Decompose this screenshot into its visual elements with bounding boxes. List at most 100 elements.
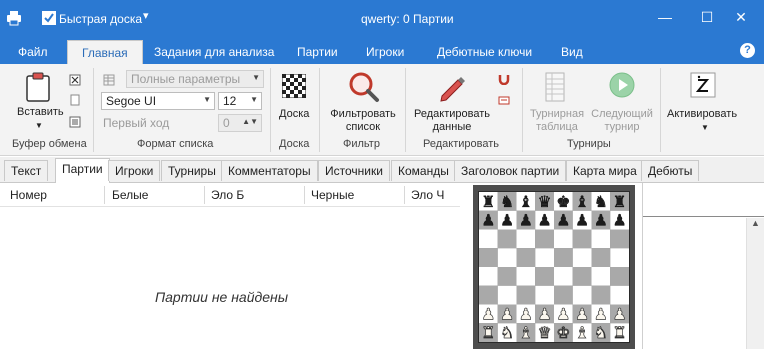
activate-icon[interactable] [690, 72, 716, 98]
tab-games[interactable]: Партии [297, 45, 338, 59]
filter-list-button[interactable]: Фильтровать список [327, 108, 399, 134]
board-square[interactable] [497, 248, 517, 267]
board-square[interactable] [516, 267, 536, 286]
board-square[interactable] [554, 229, 573, 249]
white-queen-piece[interactable]: ♛ [537, 323, 552, 342]
first-move-spinner[interactable]: 0 ▲▼ [218, 114, 262, 132]
column-header-black[interactable]: Черные [311, 188, 354, 202]
black-king-piece[interactable]: ♚ [556, 192, 570, 211]
black-rook-piece[interactable]: ♜ [481, 192, 495, 211]
board-square[interactable] [572, 229, 592, 249]
black-queen-piece[interactable]: ♛ [537, 192, 552, 211]
black-knight-piece[interactable]: ♞ [500, 192, 514, 211]
white-pawn-piece[interactable]: ♟ [518, 304, 533, 324]
white-knight-piece[interactable]: ♞ [593, 323, 608, 342]
chessboard-icon[interactable] [282, 74, 306, 98]
paste-special-icon[interactable] [69, 116, 81, 128]
black-bishop-piece[interactable]: ♝ [575, 192, 589, 211]
board-square[interactable] [516, 248, 536, 267]
board-square[interactable] [591, 229, 611, 249]
column-separator[interactable] [404, 186, 405, 204]
white-king-piece[interactable]: ♚ [556, 323, 571, 342]
black-pawn-piece[interactable]: ♟ [556, 210, 570, 230]
activate-button[interactable]: Активировать [667, 108, 737, 121]
black-bishop-piece[interactable]: ♝ [519, 192, 533, 211]
white-rook-piece[interactable]: ♜ [612, 323, 627, 342]
tab-view[interactable]: Вид [561, 45, 583, 59]
board-square[interactable] [572, 267, 592, 286]
quick-board-label[interactable]: Быстрая доска [59, 12, 142, 26]
board-square[interactable] [610, 267, 629, 286]
board-square[interactable] [554, 285, 573, 305]
chessboard[interactable]: ♜ ♞ ♝ ♛ ♚ ♝ ♞ ♜♟ ♟ ♟ ♟ ♟ ♟ ♟ ♟♟ ♟ ♟ ♟ ♟ ♟ ♟ ♟♜ ♞ ♝ ♛ ♚ ♝ ♞ ♜ [478, 191, 630, 343]
tab-tournaments[interactable]: Турниры [161, 160, 223, 181]
board-square[interactable] [591, 267, 611, 286]
column-header-elo-white[interactable]: Эло Б [211, 188, 244, 202]
magnifier-icon[interactable] [348, 71, 380, 103]
column-separator[interactable] [304, 186, 305, 204]
white-pawn-piece[interactable]: ♟ [481, 304, 496, 324]
close-button[interactable]: ✕ [726, 6, 756, 28]
black-pawn-piece[interactable]: ♟ [594, 210, 608, 230]
minimize-button[interactable]: — [650, 6, 680, 28]
black-pawn-piece[interactable]: ♟ [500, 210, 514, 230]
maximize-button[interactable]: ☐ [692, 6, 722, 28]
copy-icon[interactable] [69, 94, 81, 106]
paste-button[interactable]: Вставить [17, 106, 64, 119]
board-square[interactable] [479, 267, 498, 286]
tab-teams[interactable]: Команды [391, 160, 456, 181]
black-pawn-piece[interactable]: ♟ [519, 210, 533, 230]
vertical-scrollbar[interactable]: ▲ [746, 218, 764, 349]
black-pawn-piece[interactable]: ♟ [481, 210, 495, 230]
tab-analysis-tasks[interactable]: Задания для анализа [154, 45, 274, 59]
board-square[interactable] [535, 248, 554, 267]
board-square[interactable] [610, 229, 629, 249]
black-rook-piece[interactable]: ♜ [612, 192, 627, 211]
board-square[interactable] [516, 285, 536, 305]
board-square[interactable] [610, 248, 629, 267]
board-square[interactable] [535, 285, 554, 305]
board-square[interactable] [554, 248, 573, 267]
white-rook-piece[interactable]: ♜ [481, 323, 496, 342]
board-square[interactable] [497, 285, 517, 305]
board-square[interactable] [535, 229, 554, 249]
next-tournament-button[interactable]: Следующий турнир [589, 108, 655, 134]
tab-games-list[interactable]: Партии [55, 158, 110, 183]
black-knight-piece[interactable]: ♞ [594, 192, 608, 211]
column-separator[interactable] [204, 186, 205, 204]
font-size-select[interactable]: 12 ▼ [218, 92, 262, 110]
column-header-elo-black[interactable]: Эло Ч [411, 188, 444, 202]
board-square[interactable] [479, 285, 498, 305]
tab-players-list[interactable]: Игроки [108, 160, 161, 181]
board-square[interactable] [572, 248, 592, 267]
white-pawn-piece[interactable]: ♟ [537, 304, 552, 324]
tab-annotators[interactable]: Комментаторы [221, 160, 318, 181]
board-square[interactable] [497, 267, 517, 286]
tab-home[interactable]: Главная [67, 40, 143, 64]
tab-opening-keys[interactable]: Дебютные ключи [437, 45, 532, 59]
column-header-number[interactable]: Номер [10, 188, 47, 202]
tab-sources[interactable]: Источники [318, 160, 390, 181]
board-square[interactable] [591, 248, 611, 267]
paste-dropdown-icon[interactable]: ▼ [35, 121, 43, 130]
printer-icon[interactable] [6, 10, 22, 26]
white-pawn-piece[interactable]: ♟ [593, 304, 608, 324]
board-square[interactable] [554, 267, 573, 286]
column-header-white[interactable]: Белые [112, 188, 148, 202]
replace-icon[interactable] [498, 94, 510, 106]
tournament-table-button[interactable]: Турнирная таблица [526, 108, 588, 134]
white-pawn-piece[interactable]: ♟ [575, 304, 590, 324]
list-preset-select[interactable]: Полные параметры ▼ [126, 70, 264, 88]
board-square[interactable] [497, 229, 517, 249]
font-select[interactable]: Segoe UI ▼ [101, 92, 215, 110]
black-pawn-piece[interactable]: ♟ [537, 210, 552, 230]
edit-data-button[interactable]: Редактировать данные [410, 108, 494, 134]
white-pawn-piece[interactable]: ♟ [556, 304, 571, 324]
white-pawn-piece[interactable]: ♟ [500, 304, 515, 324]
white-pawn-piece[interactable]: ♟ [612, 304, 627, 324]
activate-dropdown-icon[interactable]: ▼ [701, 123, 709, 132]
quick-access-dropdown-icon[interactable]: ▾ [143, 9, 149, 22]
white-knight-piece[interactable]: ♞ [500, 323, 515, 342]
black-pawn-piece[interactable]: ♟ [612, 210, 627, 230]
column-separator[interactable] [104, 186, 105, 204]
